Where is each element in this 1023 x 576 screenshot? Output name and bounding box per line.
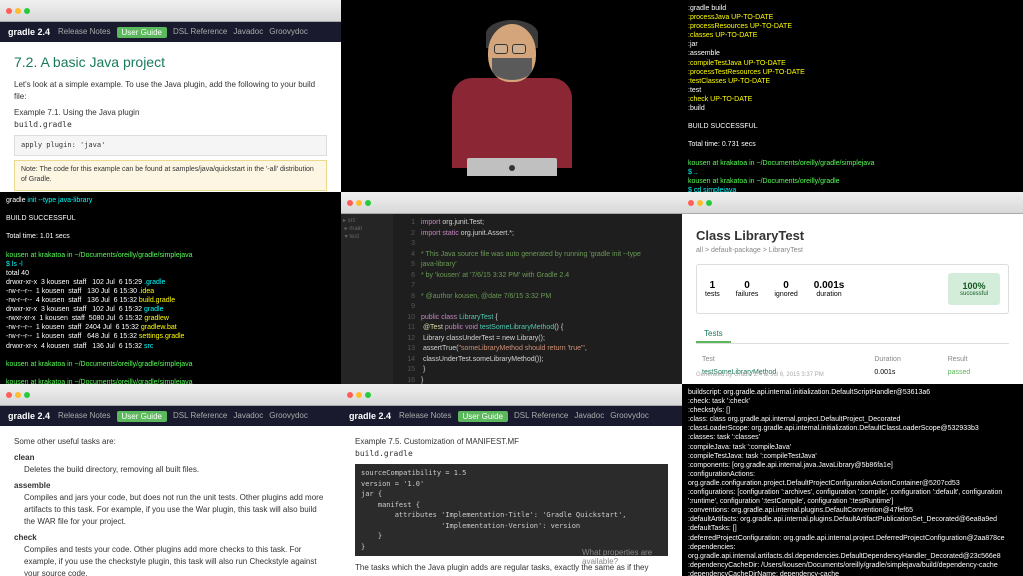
- browser-chrome: [0, 384, 341, 406]
- presenter: [442, 16, 582, 176]
- laptop-icon: [467, 158, 557, 176]
- test-title: Class LibraryTest: [696, 228, 1009, 243]
- browser-chrome: [682, 192, 1023, 214]
- nav-userguide[interactable]: User Guide: [117, 27, 167, 38]
- breadcrumb[interactable]: all > default-package > LibraryTest: [696, 247, 1009, 254]
- nav-dsl[interactable]: DSL Reference: [173, 27, 227, 38]
- terminal-ls[interactable]: gradle init --type java-library BUILD SU…: [0, 192, 341, 384]
- file-tree[interactable]: ▸ src ▸ main ▾ test: [341, 214, 393, 384]
- nav-javadoc[interactable]: Javadoc: [233, 27, 263, 38]
- test-report: Class LibraryTest all > default-package …: [682, 192, 1023, 384]
- browser-chrome: [341, 384, 682, 406]
- nav-groovydoc[interactable]: Groovydoc: [269, 27, 308, 38]
- gradle-nav: Release Notes User Guide DSL Reference J…: [58, 27, 308, 38]
- code-manifest: sourceCompatibility = 1.5 version = '1.0…: [355, 464, 668, 556]
- gradle-header: gradle 2.4 Release Notes User Guide DSL …: [341, 406, 682, 426]
- code-editor[interactable]: ▸ src ▸ main ▾ test 1import org.junit.Te…: [341, 192, 682, 384]
- tab-tests[interactable]: Tests: [696, 326, 731, 343]
- intro-text: Let's look at a simple example. To use t…: [14, 79, 327, 103]
- gradle-doc-manifest: gradle 2.4 Release Notes User Guide DSL …: [341, 384, 682, 576]
- success-badge: 100% successful: [948, 273, 1000, 305]
- gradle-logo: gradle 2.4: [8, 27, 50, 37]
- terminal-build[interactable]: :gradle build :processJava UP-TO-DATE :p…: [682, 0, 1023, 192]
- test-stats: 1tests 0failures 0ignored 0.001sduration…: [696, 264, 1009, 314]
- terminal-debug[interactable]: buildscript: org.gradle.api.internal.ini…: [682, 384, 1023, 576]
- doc-body: 7.2. A basic Java project Let's look at …: [0, 42, 341, 192]
- example-file: build.gradle: [14, 119, 327, 131]
- browser-chrome: [0, 0, 341, 22]
- footer-text: Generated by Gradle 2.4 at Jul 6, 2015 3…: [696, 372, 824, 378]
- video-presenter[interactable]: [341, 0, 682, 192]
- editor-content[interactable]: 1import org.junit.Test;2import static or…: [393, 214, 682, 384]
- note-box: Note: The code for this example can be f…: [14, 160, 327, 191]
- code-example: apply plugin: 'java': [14, 135, 327, 156]
- nav-release[interactable]: Release Notes: [58, 27, 110, 38]
- editor-chrome: [341, 192, 682, 214]
- example-title: Example 7.1. Using the Java plugin: [14, 107, 327, 119]
- gradle-doc-tasks: gradle 2.4 Release Notes User Guide DSL …: [0, 384, 341, 576]
- page-title: 7.2. A basic Java project: [14, 52, 327, 73]
- gradle-doc-basic-java: gradle 2.4 Release Notes User Guide DSL …: [0, 0, 341, 192]
- gradle-header: gradle 2.4 Release Notes User Guide DSL …: [0, 22, 341, 42]
- gradle-header: gradle 2.4 Release Notes User Guide DSL …: [0, 406, 341, 426]
- sidebar-callout: What properties are available?: [582, 548, 672, 566]
